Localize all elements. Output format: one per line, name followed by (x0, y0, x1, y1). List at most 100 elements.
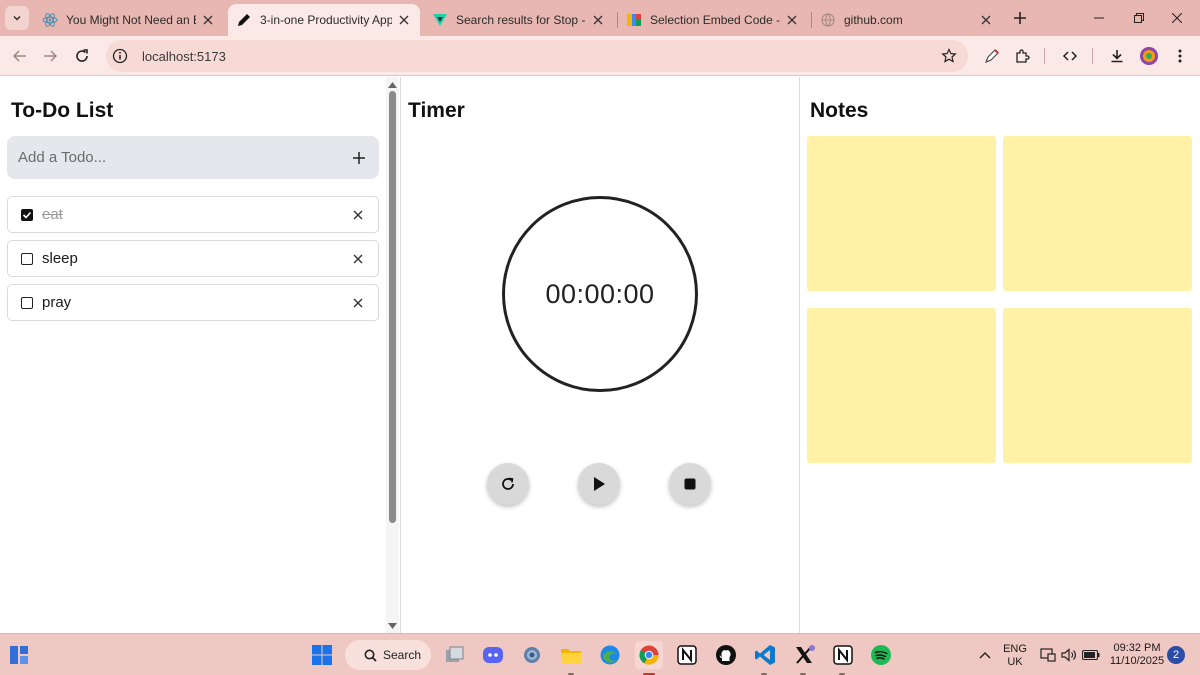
stop-icon (684, 478, 696, 490)
plus-icon (353, 151, 365, 164)
tab-react-docs[interactable]: You Might Not Need an Effe (34, 4, 224, 36)
language-indicator[interactable]: ENG UK (1000, 643, 1030, 669)
scroll-down-arrow-icon[interactable] (388, 621, 397, 630)
language-code: ENG (1003, 643, 1027, 655)
todo-item: eat (7, 196, 379, 233)
google-fonts-icon (626, 12, 642, 28)
todo-scrollbar[interactable] (386, 77, 399, 633)
tab-search-button[interactable] (5, 6, 29, 30)
close-tab-icon[interactable] (784, 12, 800, 28)
timer-display: 00:00:00 (545, 278, 655, 309)
notion-app-icon[interactable] (829, 641, 857, 669)
pen-extension-icon[interactable] (980, 44, 1004, 68)
settings-gear-icon[interactable] (518, 641, 546, 669)
todo-checkbox-checked[interactable] (21, 208, 33, 221)
todo-checkbox[interactable] (21, 296, 33, 309)
back-button[interactable] (8, 44, 32, 68)
sticky-note[interactable] (807, 136, 996, 291)
scrollbar-thumb[interactable] (389, 91, 396, 523)
task-view-icon[interactable] (440, 641, 468, 669)
forward-button[interactable] (38, 44, 62, 68)
extensions-puzzle-icon[interactable] (1010, 44, 1034, 68)
close-tab-icon[interactable] (396, 12, 412, 28)
tab-title: You Might Not Need an Effe (66, 13, 196, 27)
new-tab-button[interactable] (1010, 8, 1030, 28)
browser-menu-icon[interactable] (1168, 44, 1192, 68)
address-bar[interactable]: localhost:5173 (106, 40, 968, 72)
clock-area[interactable]: 09:32 PM 11/10/2025 (1106, 642, 1168, 668)
todo-text: pray (42, 294, 72, 311)
profile-avatar-icon[interactable] (1137, 44, 1161, 68)
battery-icon[interactable] (1082, 646, 1100, 664)
delete-todo-button[interactable] (350, 295, 366, 311)
file-explorer-icon[interactable] (557, 641, 585, 669)
display-projection-icon[interactable] (1039, 646, 1057, 664)
close-icon (1172, 13, 1182, 23)
sticky-note[interactable] (1003, 308, 1192, 463)
bookmark-star-icon[interactable] (940, 47, 958, 65)
download-icon[interactable] (1105, 44, 1129, 68)
url-text[interactable]: localhost:5173 (142, 49, 226, 64)
close-tab-icon[interactable] (978, 12, 994, 28)
react-icon (42, 12, 58, 28)
add-todo-button[interactable] (349, 148, 369, 168)
volume-icon[interactable] (1060, 646, 1078, 664)
notes-panel: Notes (801, 77, 1200, 633)
browser-tab-strip: You Might Not Need an Effe 3-in-one Prod… (0, 0, 1200, 36)
todo-checkbox[interactable] (21, 252, 33, 265)
x-twitter-icon[interactable] (790, 641, 818, 669)
arrow-left-icon (13, 50, 26, 62)
spotify-icon[interactable] (867, 641, 895, 669)
delete-todo-button[interactable] (350, 207, 366, 223)
chevron-down-icon (13, 15, 21, 21)
flaticon-icon (432, 12, 448, 28)
globe-icon (820, 12, 836, 28)
close-tab-icon[interactable] (200, 12, 216, 28)
reset-icon (502, 477, 514, 490)
minimize-button[interactable] (1087, 6, 1111, 30)
tab-google-fonts[interactable]: Selection Embed Code - Goo (618, 4, 808, 36)
todo-title: To-Do List (11, 99, 114, 122)
sticky-note[interactable] (807, 308, 996, 463)
discord-icon[interactable] (479, 641, 507, 669)
vscode-icon[interactable] (751, 641, 779, 669)
reload-button[interactable] (70, 44, 94, 68)
notification-badge[interactable]: 2 (1167, 646, 1185, 664)
restore-button[interactable] (1127, 6, 1151, 30)
toolbar-divider (1092, 48, 1093, 64)
sticky-note[interactable] (1003, 136, 1192, 291)
notion-icon[interactable] (673, 641, 701, 669)
search-label: Search (383, 648, 422, 662)
tab-productivity-app[interactable]: 3-in-one Productivity App (228, 4, 420, 36)
toolbar-divider (1044, 48, 1045, 64)
clock-date: 11/10/2025 (1109, 655, 1165, 667)
notes-title: Notes (810, 99, 869, 122)
widgets-icon[interactable] (5, 641, 33, 669)
edge-browser-icon[interactable] (596, 641, 624, 669)
browser-toolbar: localhost:5173 (0, 36, 1200, 76)
todo-item: pray (7, 284, 379, 321)
site-info-icon[interactable] (112, 48, 128, 64)
delete-todo-button[interactable] (350, 251, 366, 267)
reset-timer-button[interactable] (487, 463, 529, 505)
timer-panel: Timer 00:00:00 (400, 77, 800, 633)
taskbar-search-box[interactable]: Search (345, 640, 431, 670)
start-timer-button[interactable] (578, 463, 620, 505)
scroll-up-arrow-icon[interactable] (388, 80, 397, 89)
todo-input-placeholder[interactable]: Add a Todo... (18, 149, 349, 166)
chrome-browser-icon[interactable] (635, 641, 663, 669)
github-desktop-icon[interactable] (712, 641, 740, 669)
todo-text: sleep (42, 250, 78, 267)
close-tab-icon[interactable] (590, 12, 606, 28)
show-hidden-icons-chevron-icon[interactable] (976, 646, 994, 664)
stop-timer-button[interactable] (669, 463, 711, 505)
timer-title: Timer (408, 99, 465, 122)
tab-flaticon-search[interactable]: Search results for Stop - Flat (424, 4, 614, 36)
close-icon (353, 254, 363, 263)
start-windows-icon[interactable] (308, 641, 336, 669)
restore-icon (1134, 13, 1144, 23)
close-window-button[interactable] (1165, 6, 1189, 30)
tab-github[interactable]: github.com (812, 4, 1002, 36)
todo-input-field[interactable]: Add a Todo... (7, 136, 379, 179)
devtools-code-icon[interactable] (1058, 44, 1082, 68)
